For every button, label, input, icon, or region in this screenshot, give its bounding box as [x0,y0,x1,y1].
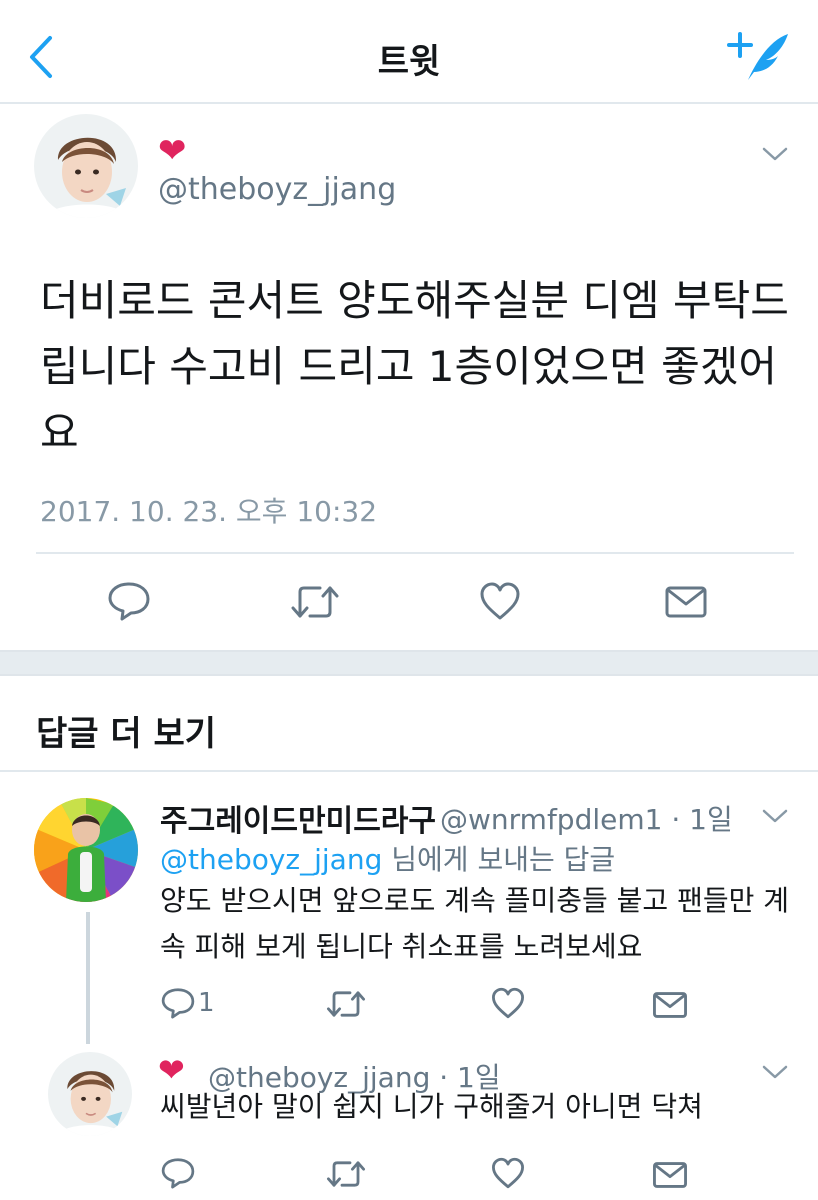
divider [36,552,794,554]
tweet-text: 더비로드 콘서트 양도해주실분 디엠 부탁드립니다 수고비 드리고 1층이었으면… [40,276,789,457]
heart-emoji-icon: ❤ [158,131,187,171]
reply-button[interactable] [106,580,152,622]
reply-text: 씨발년아 말이 쉽지 니가 구해줄거 아니면 닥쳐 [160,1090,703,1123]
reply-author-name[interactable]: 주그레이드만미드라구 [160,796,436,840]
retweet-icon [327,1161,365,1187]
compose-tweet-button[interactable] [726,26,792,86]
avatar-image [34,114,138,218]
chevron-down-icon[interactable] [760,1062,790,1082]
reply-avatar[interactable] [48,1052,132,1136]
reply-avatar-image [48,1052,132,1136]
reply-avatar-image [34,798,138,902]
reply-author-handle-time: @wnrmfpdlem1 · 1일 [440,803,733,836]
direct-message-button[interactable] [652,990,688,1020]
retweet-button[interactable] [326,1158,366,1190]
reply-avatar[interactable] [34,798,138,902]
user-avatar[interactable] [34,114,138,218]
reply-button[interactable] [160,1156,196,1190]
direct-message-button[interactable] [664,584,708,620]
compose-tweet-icon [727,32,788,80]
direct-message-icon [653,992,687,1018]
like-button[interactable] [478,580,522,622]
reply-text: 양도 받으시면 앞으로도 계속 플미충들 붙고 팬들만 계속 피해 보게 됩니다… [160,884,790,963]
retweet-icon [291,586,339,618]
more-replies-title: 답글 더 보기 [36,714,217,754]
navigation-bar: 트윗 [0,0,818,104]
like-button[interactable] [490,986,526,1020]
tweet-timestamp: 2017. 10. 23. 오후 10:32 [40,495,378,528]
direct-message-icon [665,586,707,618]
section-gap [0,650,818,676]
replying-to: @theboyz_jjang 님에게 보내는 답글 [160,838,615,878]
reply-button[interactable] [160,986,196,1020]
like-icon [492,1157,524,1189]
chevron-down-icon[interactable] [760,806,790,826]
like-icon [480,582,520,620]
reply-icon [108,582,150,621]
direct-message-button[interactable] [652,1160,688,1190]
reply-icon [161,1158,195,1189]
reply-count: 1 [198,988,215,1018]
tweet-author-handle[interactable]: @theboyz_jjang [158,172,396,207]
direct-message-icon [653,1162,687,1188]
mention-link[interactable]: @theboyz_jjang [160,843,382,876]
replying-to-suffix: 님에게 보내는 답글 [382,843,616,876]
thread-connector-line [86,912,90,1044]
like-button[interactable] [490,1156,526,1190]
like-icon [492,987,524,1019]
reply-icon [161,988,195,1019]
heart-emoji-icon: ❤ [158,1051,185,1089]
retweet-icon [327,991,365,1017]
retweet-button[interactable] [326,988,366,1020]
divider [0,770,818,772]
chevron-down-icon[interactable] [760,144,790,164]
retweet-button[interactable] [290,582,340,622]
page-title: 트윗 [377,42,441,82]
